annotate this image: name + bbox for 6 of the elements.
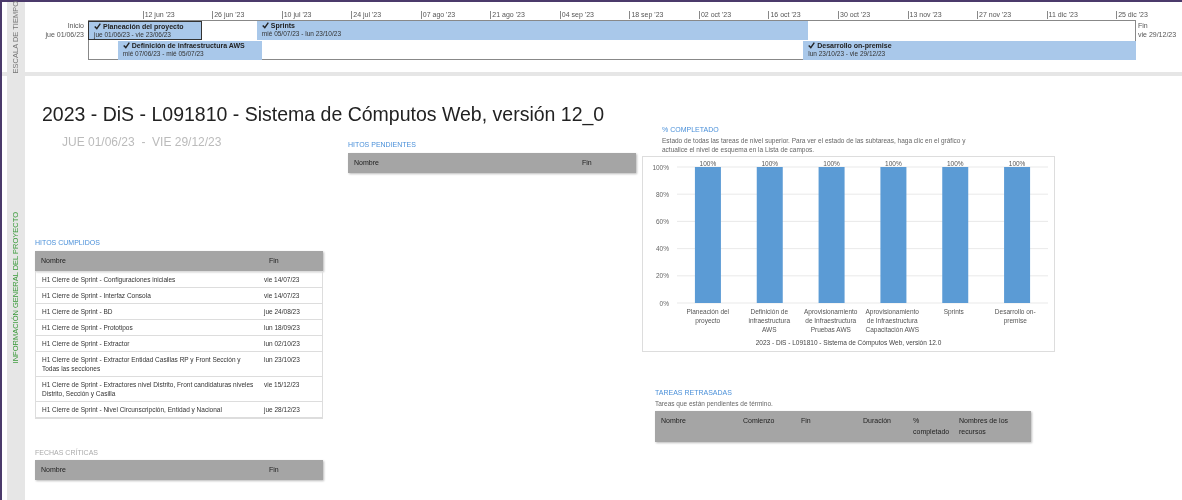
- checkmark-icon: [94, 23, 101, 30]
- checkmark-icon: [808, 42, 816, 49]
- checkmark-icon: [122, 42, 130, 49]
- date-range: JUE 01/06/23 - VIE 29/12/23: [62, 134, 222, 151]
- checkmark-icon: [261, 22, 269, 29]
- report-title: 2023 - DiS - L091810 - Sistema de Cómputos Web, versión 12_0: [42, 102, 605, 128]
